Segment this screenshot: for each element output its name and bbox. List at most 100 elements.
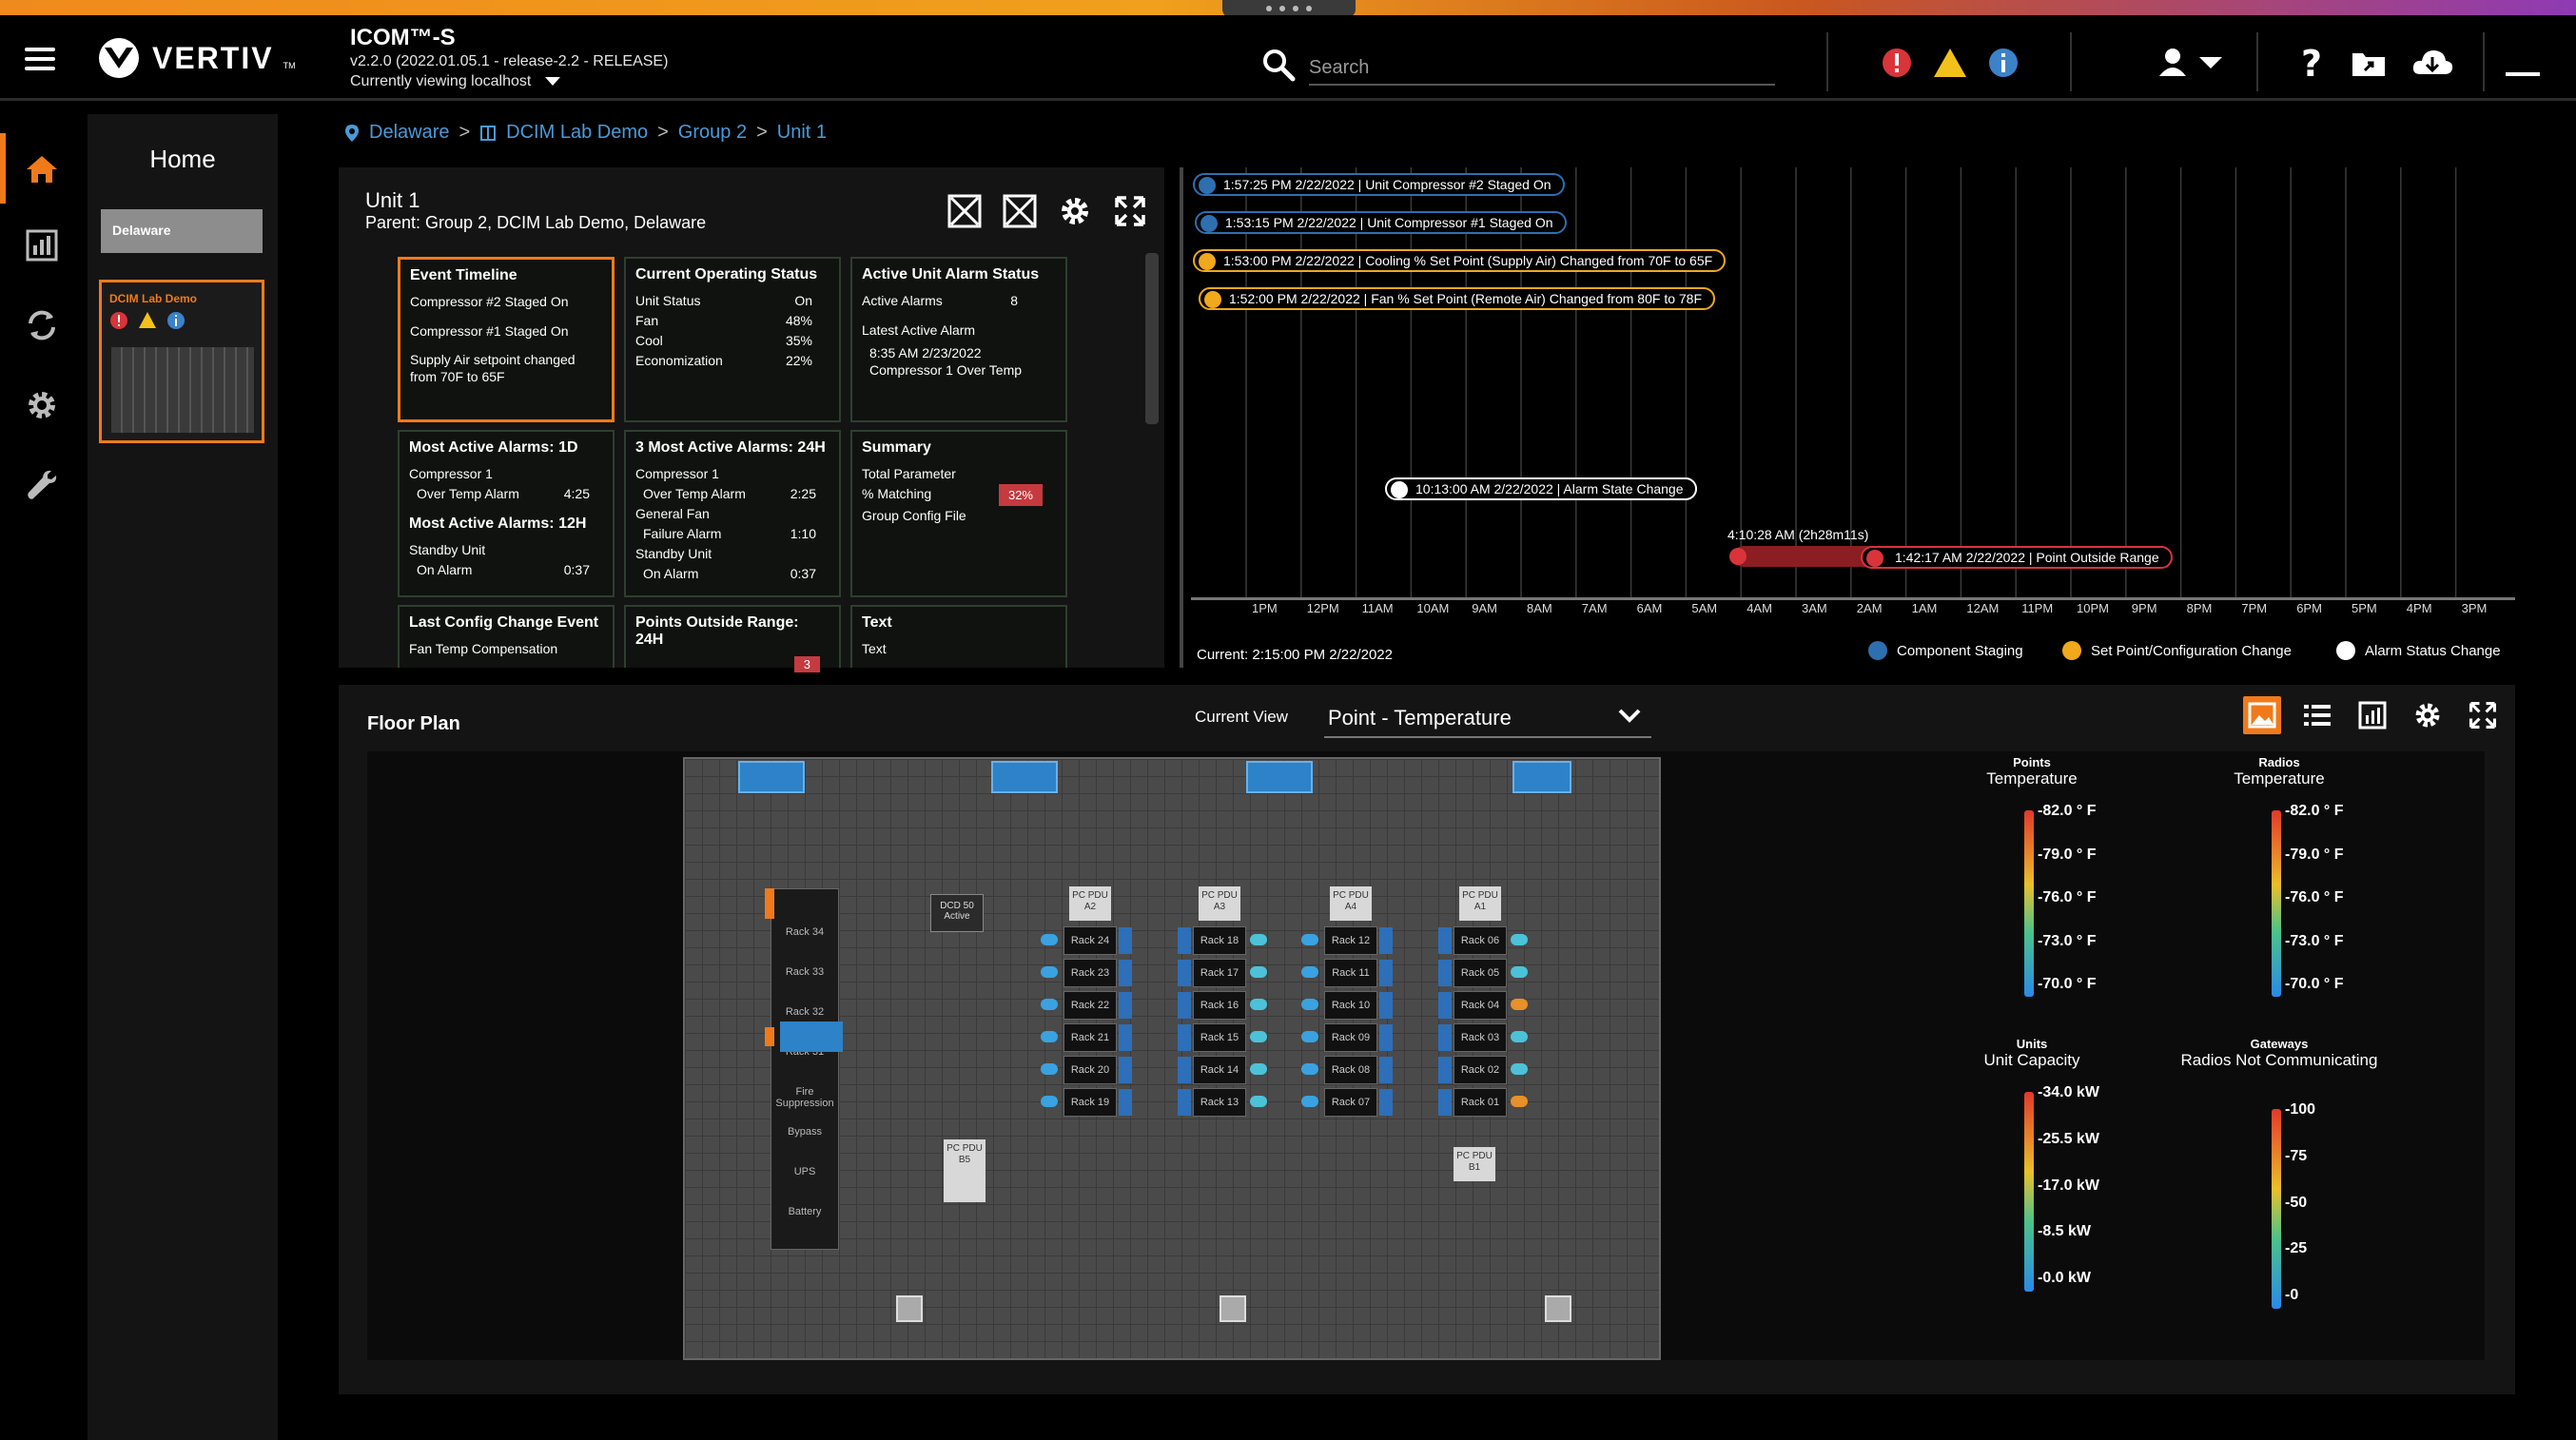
rack[interactable]: Rack 24	[1064, 926, 1117, 955]
temperature-sensor[interactable]	[1301, 999, 1318, 1010]
tile-summary[interactable]: Summary Total Parameter % Matching 32% Gr…	[850, 430, 1067, 597]
home-icon[interactable]	[23, 150, 61, 188]
gear-icon[interactable]	[1058, 194, 1092, 228]
tile-event-timeline[interactable]: Event Timeline Compressor #2 Staged On C…	[398, 257, 615, 422]
breadcrumb-unit[interactable]: Unit 1	[777, 122, 827, 144]
minimize-icon[interactable]	[2506, 72, 2540, 76]
temperature-sensor[interactable]	[1511, 999, 1528, 1010]
temperature-sensor[interactable]	[1041, 966, 1058, 978]
dcd-box[interactable]: DCD 50 Active	[930, 894, 984, 932]
pdu-unit[interactable]: PC PDU A4	[1330, 886, 1372, 921]
floor-tile-marker[interactable]	[1220, 1295, 1246, 1322]
image-view-icon[interactable]	[2243, 696, 2281, 734]
breadcrumb-site[interactable]: Delaware	[369, 122, 449, 144]
pdu-unit[interactable]: PC PDU B1	[1454, 1147, 1495, 1181]
temperature-sensor[interactable]	[1301, 1063, 1318, 1075]
folder-export-icon[interactable]	[2350, 44, 2388, 82]
temperature-sensor[interactable]	[1511, 1096, 1528, 1107]
pdu-unit[interactable]: PC PDU A1	[1459, 886, 1501, 921]
site-card[interactable]: DCIM Lab Demo	[99, 280, 264, 443]
current-view-select[interactable]: Point - Temperature	[1324, 696, 1651, 738]
rack[interactable]: Rack 11	[1324, 959, 1377, 987]
menu-icon[interactable]	[25, 48, 55, 70]
rack[interactable]: Rack 01	[1454, 1088, 1507, 1117]
tile-alarm-status[interactable]: Active Unit Alarm Status Active Alarms 8 …	[850, 257, 1067, 422]
temperature-sensor[interactable]	[1301, 1031, 1318, 1042]
cooling-unit[interactable]	[738, 761, 805, 793]
rack[interactable]: Rack 18	[1193, 926, 1246, 955]
cooling-unit[interactable]	[1246, 761, 1313, 793]
rack[interactable]: Rack 22	[1064, 991, 1117, 1020]
rack[interactable]: Rack 21	[1064, 1023, 1117, 1052]
rack[interactable]: Rack 07	[1324, 1088, 1377, 1117]
fullscreen-icon[interactable]	[2464, 696, 2502, 734]
rack[interactable]: Rack 17	[1193, 959, 1246, 987]
timeline-event[interactable]: 1:53:15 PM 2/22/2022 | Unit Compressor #…	[1195, 211, 1567, 234]
list-view-icon[interactable]	[2298, 696, 2336, 734]
tile-most-active-alarms[interactable]: Most Active Alarms: 1D Compressor 1 Over…	[398, 430, 615, 597]
warning-icon[interactable]	[1931, 44, 1969, 82]
temperature-sensor[interactable]	[1511, 966, 1528, 978]
timeline-event[interactable]: 1:52:00 PM 2/22/2022 | Fan % Set Point (…	[1199, 287, 1716, 310]
rack[interactable]: Rack 06	[1454, 926, 1507, 955]
rack[interactable]: Rack 09	[1324, 1023, 1377, 1052]
rack[interactable]: Rack 23	[1064, 959, 1117, 987]
settings-icon[interactable]	[23, 386, 61, 424]
tile-points-outside[interactable]: Points Outside Range: 24H 3	[624, 605, 841, 672]
unit-scrollbar[interactable]	[1145, 253, 1159, 424]
temperature-sensor[interactable]	[1041, 1031, 1058, 1042]
floor-tile-marker[interactable]	[896, 1295, 923, 1322]
chart-view-icon[interactable]	[2353, 696, 2391, 734]
temperature-sensor[interactable]	[1250, 1031, 1267, 1042]
unit-block[interactable]	[780, 1022, 843, 1052]
tile-three-most-active[interactable]: 3 Most Active Alarms: 24H Compressor 1 O…	[624, 430, 841, 597]
rack[interactable]: Rack 20	[1064, 1056, 1117, 1084]
rack[interactable]: Rack 02	[1454, 1056, 1507, 1084]
rack[interactable]: Rack 10	[1324, 991, 1377, 1020]
tile-text[interactable]: Text Text	[850, 605, 1067, 668]
pdu-unit[interactable]: PC PDU A2	[1069, 886, 1111, 921]
rack[interactable]: Rack 05	[1454, 959, 1507, 987]
fullscreen-icon[interactable]	[1113, 194, 1147, 228]
temperature-sensor[interactable]	[1301, 1096, 1318, 1107]
rack[interactable]: Rack 14	[1193, 1056, 1246, 1084]
temperature-sensor[interactable]	[1511, 1063, 1528, 1075]
temperature-sensor[interactable]	[1511, 1031, 1528, 1042]
gear-icon[interactable]	[2409, 696, 2447, 734]
rack[interactable]: Rack 04	[1454, 991, 1507, 1020]
temperature-sensor[interactable]	[1250, 1063, 1267, 1075]
expand-all-icon[interactable]	[1003, 194, 1037, 228]
temperature-sensor[interactable]	[1250, 966, 1267, 978]
breadcrumb-group[interactable]: Group 2	[678, 122, 747, 144]
collapse-icon[interactable]	[947, 194, 982, 228]
pdu-unit[interactable]: PC PDU B5	[944, 1139, 986, 1202]
rack[interactable]: Rack 15	[1193, 1023, 1246, 1052]
critical-alarm-icon[interactable]	[1878, 44, 1916, 82]
rack[interactable]: Rack 13	[1193, 1088, 1246, 1117]
cooling-unit[interactable]	[991, 761, 1058, 793]
help-icon[interactable]: ?	[2293, 44, 2331, 82]
temperature-sensor[interactable]	[1041, 934, 1058, 945]
pdu-unit[interactable]: PC PDU A3	[1199, 886, 1240, 921]
viewing-host-dropdown[interactable]: Currently viewing localhost	[350, 71, 668, 91]
site-item-delaware[interactable]: Delaware	[101, 209, 263, 253]
temperature-sensor[interactable]	[1041, 999, 1058, 1010]
floor-tile-marker[interactable]	[1545, 1295, 1571, 1322]
temperature-sensor[interactable]	[1301, 934, 1318, 945]
temperature-sensor[interactable]	[1041, 1096, 1058, 1107]
info-icon[interactable]	[1984, 44, 2022, 82]
wrench-icon[interactable]	[23, 466, 61, 504]
rack[interactable]: Rack 19	[1064, 1088, 1117, 1117]
search-icon[interactable]	[1261, 48, 1296, 82]
rack[interactable]: Rack 12	[1324, 926, 1377, 955]
temperature-sensor[interactable]	[1250, 934, 1267, 945]
rack[interactable]: Rack 03	[1454, 1023, 1507, 1052]
temperature-sensor[interactable]	[1301, 966, 1318, 978]
tile-operating-status[interactable]: Current Operating Status Unit Status On F…	[624, 257, 841, 422]
rack[interactable]: Rack 16	[1193, 991, 1246, 1020]
breadcrumb-datacenter[interactable]: DCIM Lab Demo	[506, 122, 648, 144]
user-menu-icon[interactable]	[2154, 44, 2230, 82]
timeline-event[interactable]: 1:57:25 PM 2/22/2022 | Unit Compressor #…	[1193, 173, 1565, 196]
search-input[interactable]	[1309, 51, 1775, 86]
cooling-unit[interactable]	[1512, 761, 1571, 793]
